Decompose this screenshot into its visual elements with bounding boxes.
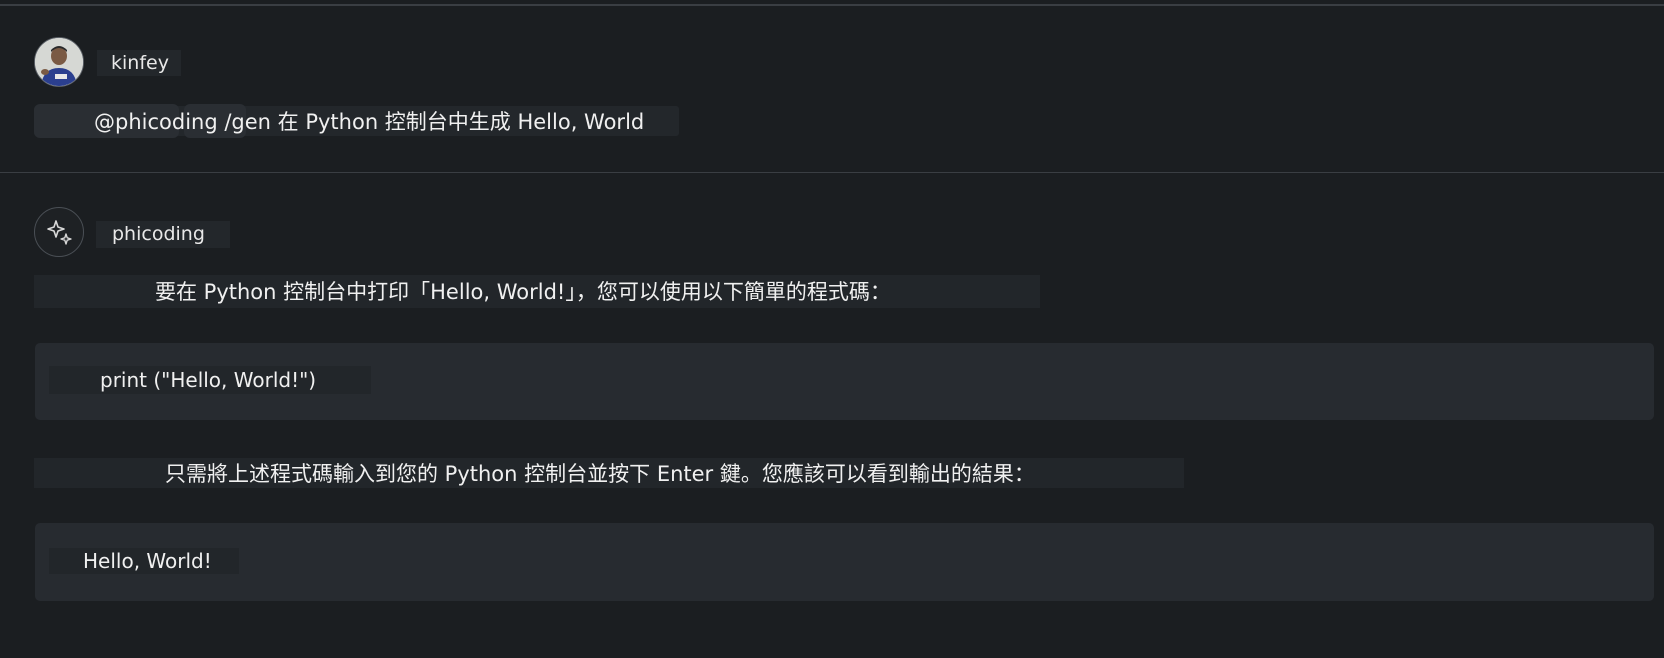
user-photo-avatar-icon [35,38,83,86]
code-line[interactable]: print ("Hello, World!") [100,366,316,394]
user-avatar[interactable] [34,37,84,87]
assistant-name: phicoding [96,221,230,248]
user-query: @phicoding /gen 在 Python 控制台中生成 Hello, W… [94,110,645,134]
sparkle-icon [47,220,72,245]
top-divider [0,4,1664,6]
code-block: print ("Hello, World!") [35,343,1654,420]
assistant-instruction-text: 只需將上述程式碼輸入到您的 Python 控制台並按下 Enter 鍵。您應該可… [165,462,1035,486]
message-divider [0,172,1664,173]
chat-panel: kinfey @phicoding /gen 在 Python 控制台中生成 H… [0,0,1664,658]
output-block: Hello, World! [35,523,1654,601]
assistant-avatar[interactable] [34,207,84,257]
output-line[interactable]: Hello, World! [83,547,212,575]
user-name: kinfey [97,50,181,76]
assistant-intro-text: 要在 Python 控制台中打印「Hello, World!」，您可以使用以下簡… [155,280,891,304]
